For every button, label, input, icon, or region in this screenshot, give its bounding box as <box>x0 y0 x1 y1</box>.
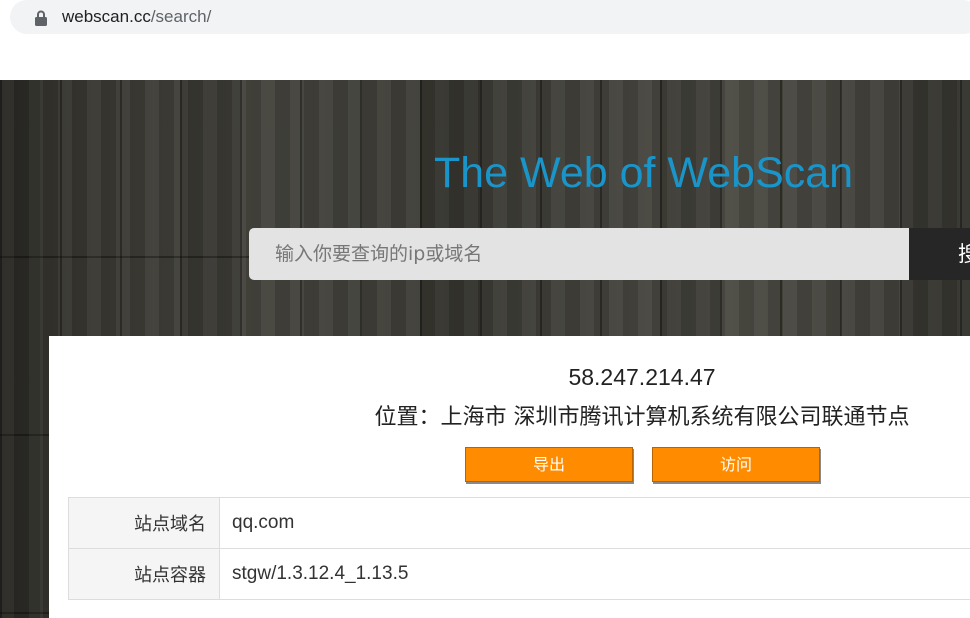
result-location: 位置：上海市 深圳市腾讯计算机系统有限公司联通节点 <box>374 405 910 430</box>
row-value-container: stgw/1.3.12.4_1.13.5 <box>219 548 970 600</box>
address-bar[interactable]: webscan.cc/search/ <box>10 0 970 34</box>
result-panel: 58.247.214.47 位置：上海市 深圳市腾讯计算机系统有限公司联通节点 … <box>49 336 970 618</box>
browser-toolbar: webscan.cc/search/ <box>0 0 970 80</box>
row-label-container: 站点容器 <box>68 548 220 600</box>
table-row: 站点容器 stgw/1.3.12.4_1.13.5 <box>68 548 970 600</box>
site-title: The Web of WebScan <box>434 149 854 197</box>
table-row: 站点域名 qq.com <box>68 497 970 549</box>
search-input[interactable] <box>249 228 909 280</box>
result-ip: 58.247.214.47 <box>568 364 716 390</box>
wood-plank-shade <box>0 80 40 618</box>
row-value-domain: qq.com <box>219 497 970 549</box>
row-label-domain: 站点域名 <box>68 497 220 549</box>
hero-section: The Web of WebScan 搜 58.247.214.47 位置：上海… <box>0 80 970 618</box>
url-path: /search/ <box>150 7 212 26</box>
search-button[interactable]: 搜 <box>909 228 970 280</box>
export-button[interactable]: 导出 <box>465 447 633 482</box>
visit-button[interactable]: 访问 <box>652 447 820 482</box>
lock-icon[interactable] <box>34 10 48 26</box>
site-info-table: 站点域名 qq.com 站点容器 stgw/1.3.12.4_1.13.5 <box>68 497 970 600</box>
url-text[interactable]: webscan.cc/search/ <box>62 6 211 28</box>
url-host: webscan.cc <box>62 7 151 26</box>
